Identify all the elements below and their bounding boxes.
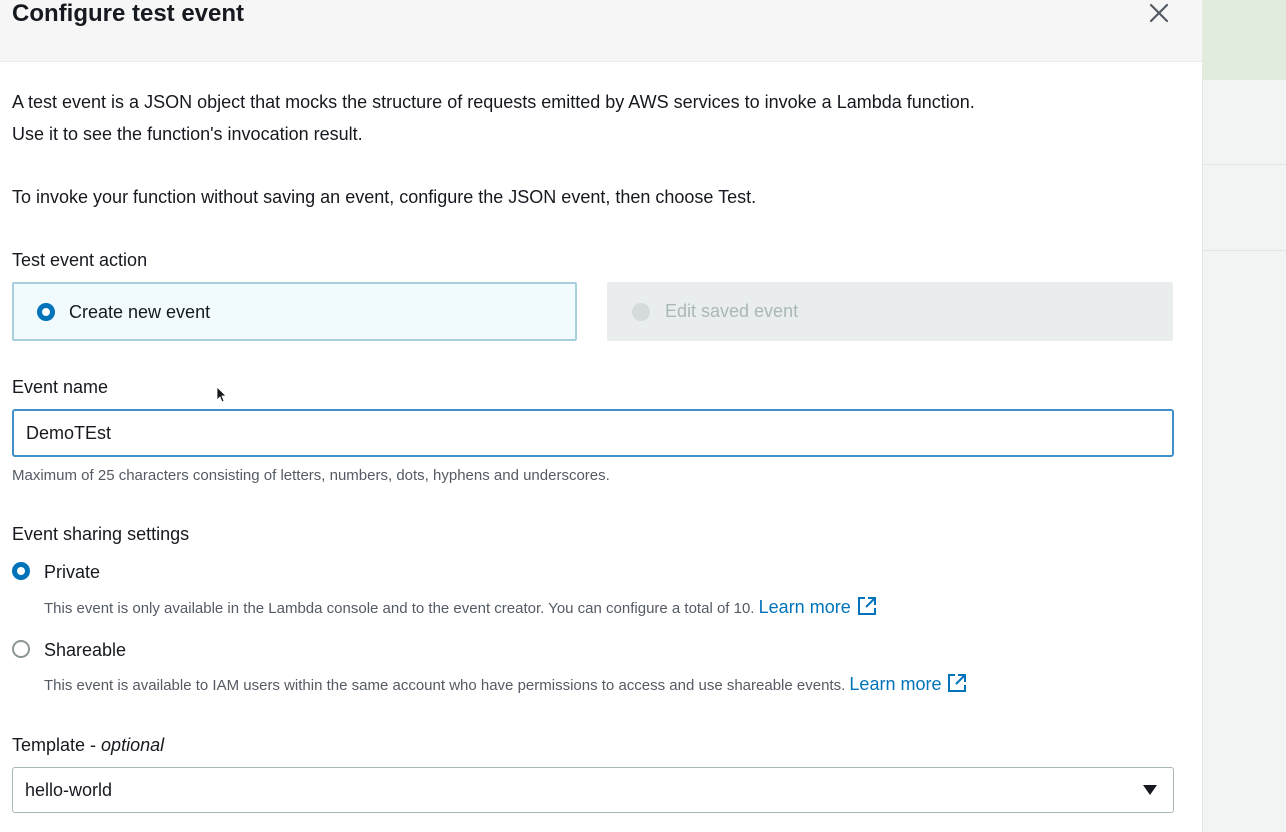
background-divider bbox=[1202, 250, 1286, 251]
test-event-action-label: Test event action bbox=[12, 250, 148, 270]
private-description: This event is only available in the Lamb… bbox=[44, 596, 877, 618]
close-icon bbox=[1149, 3, 1169, 23]
caret-down-icon bbox=[1143, 785, 1157, 795]
shareable-radio[interactable] bbox=[12, 640, 30, 658]
modal-header: Configure test event bbox=[0, 0, 1202, 62]
create-new-event-tile[interactable]: Create new event bbox=[12, 282, 577, 341]
radio-disabled-icon bbox=[632, 303, 650, 321]
event-name-label: Event name bbox=[12, 377, 109, 397]
event-sharing-settings-label: Event sharing settings bbox=[12, 524, 190, 544]
template-select[interactable]: hello-world bbox=[12, 767, 1174, 813]
edit-saved-event-label: Edit saved event bbox=[665, 301, 799, 321]
intro-text-line1: A test event is a JSON object that mocks… bbox=[12, 92, 975, 112]
shareable-option-label: Shareable bbox=[44, 640, 127, 660]
mouse-cursor-icon bbox=[216, 386, 226, 403]
private-learn-more-link[interactable]: Learn more bbox=[759, 597, 877, 617]
shareable-description-text: This event is available to IAM users wit… bbox=[44, 677, 846, 694]
radio-selected-icon bbox=[37, 303, 55, 321]
template-label-text: Template - bbox=[12, 735, 102, 755]
learn-more-label: Learn more bbox=[849, 674, 942, 694]
external-link-icon bbox=[857, 597, 876, 615]
configure-test-event-modal: Configure test event A test event is a J… bbox=[0, 0, 1202, 832]
private-option-label: Private bbox=[44, 562, 101, 582]
background-panel bbox=[1202, 0, 1286, 832]
background-divider bbox=[1202, 164, 1286, 165]
private-radio[interactable] bbox=[12, 562, 30, 580]
template-optional-text: optional bbox=[101, 735, 165, 755]
shareable-learn-more-link[interactable]: Learn more bbox=[849, 674, 967, 694]
close-button[interactable] bbox=[1144, 0, 1174, 30]
intro-text-line2: Use it to see the function's invocation … bbox=[12, 124, 363, 144]
private-description-text: This event is only available in the Lamb… bbox=[44, 600, 755, 617]
event-name-hint: Maximum of 25 characters consisting of l… bbox=[12, 467, 610, 484]
learn-more-label: Learn more bbox=[758, 597, 851, 617]
external-link-icon bbox=[948, 674, 967, 692]
create-new-event-label: Create new event bbox=[69, 302, 211, 322]
intro-text-line3: To invoke your function without saving a… bbox=[12, 187, 757, 207]
event-name-input[interactable] bbox=[12, 409, 1174, 457]
template-label: Template - optional bbox=[12, 735, 164, 756]
shareable-description: This event is available to IAM users wit… bbox=[44, 673, 967, 695]
template-select-value: hello-world bbox=[25, 780, 113, 800]
background-success-banner bbox=[1202, 0, 1286, 80]
edit-saved-event-tile[interactable]: Edit saved event bbox=[607, 282, 1173, 341]
modal-title: Configure test event bbox=[12, 0, 245, 27]
